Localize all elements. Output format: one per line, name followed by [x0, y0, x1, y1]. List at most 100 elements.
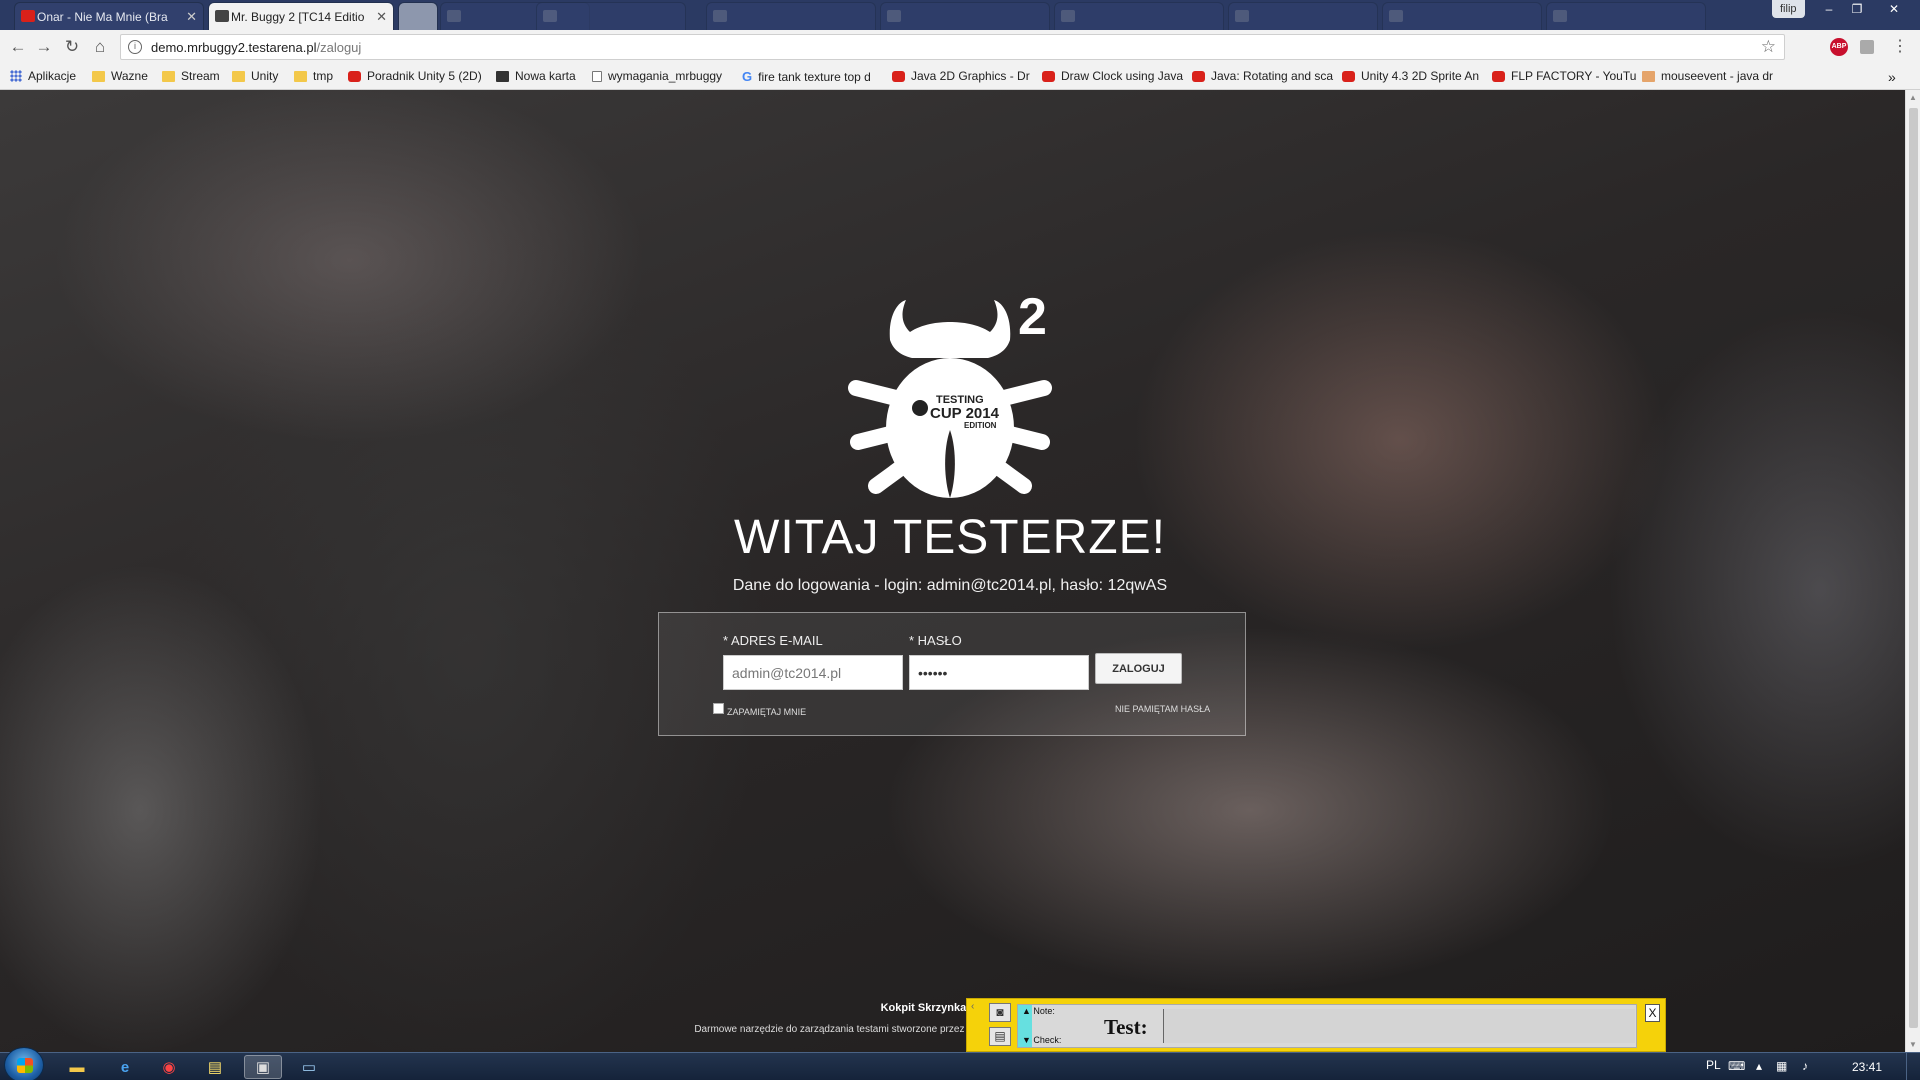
scroll-down-icon[interactable]: ▼	[1909, 1040, 1917, 1049]
tab-youtube[interactable]: Onar - Nie Ma Mnie (Bra ✕	[14, 2, 204, 30]
bookmark-folder-stream[interactable]: Stream	[162, 69, 220, 83]
check-toggle[interactable]: ▼ Check:	[1022, 1035, 1061, 1045]
chrome-icon[interactable]: ◉	[150, 1055, 188, 1079]
menu-dots-icon[interactable]: ⋮	[1890, 37, 1910, 57]
remote-desktop-icon[interactable]: ▭	[290, 1055, 328, 1079]
bookmark-label: FLP FACTORY - YouTu	[1511, 69, 1637, 83]
home-icon[interactable]: ⌂	[90, 37, 110, 57]
remember-me[interactable]: ZAPAMIĘTAJ MNIE	[713, 702, 807, 717]
remember-me-checkbox[interactable]	[713, 702, 724, 714]
document-icon	[592, 70, 602, 82]
test-input[interactable]	[1163, 1009, 1635, 1043]
tray-expand-icon[interactable]: ▴	[1756, 1059, 1762, 1073]
remember-me-label: ZAPAMIĘTAJ MNIE	[727, 707, 807, 717]
bookmark-link[interactable]: Nowa karta	[496, 69, 576, 83]
youtube-icon	[1342, 70, 1355, 82]
bookmark-link[interactable]: Unity 4.3 2D Sprite An	[1342, 69, 1479, 83]
notes-icon[interactable]: ▤	[196, 1055, 234, 1079]
restore-icon[interactable]: ❐	[1842, 0, 1872, 20]
tab-background[interactable]	[1054, 2, 1224, 30]
profile-chip[interactable]: filip	[1772, 0, 1805, 18]
page-scrollbar[interactable]: ▲ ▼	[1905, 90, 1920, 1052]
tab-close-icon[interactable]: ✕	[186, 9, 197, 25]
address-bar[interactable]: i demo.mrbuggy2.testarena.pl/zaloguj ☆	[120, 34, 1785, 60]
forward-arrow-icon[interactable]: →	[34, 37, 54, 57]
tab-title: Onar - Nie Ma Mnie (Bra	[37, 9, 168, 24]
forgot-password-link[interactable]: NIE PAMIĘTAM HASŁA	[1115, 704, 1210, 714]
url-text[interactable]: demo.mrbuggy2.testarena.pl/zaloguj	[151, 40, 361, 55]
adblock-icon[interactable]: ABP	[1830, 38, 1848, 56]
bookmark-link[interactable]: Gfire tank texture top d	[742, 69, 871, 84]
internet-explorer-icon[interactable]: e	[106, 1055, 144, 1079]
bookmark-link[interactable]: mouseevent - java dr	[1642, 69, 1773, 83]
tab-strip: Onar - Nie Ma Mnie (Bra ✕ Mr. Buggy 2 [T…	[0, 0, 1920, 30]
login-button[interactable]: ZALOGUJ	[1095, 653, 1182, 684]
close-note-button[interactable]: X	[1645, 1004, 1660, 1022]
youtube-icon	[892, 70, 905, 82]
minimize-icon[interactable]: –	[1814, 0, 1844, 20]
tab-close-icon[interactable]: ✕	[376, 9, 387, 25]
tab-favicon-icon	[1389, 10, 1403, 22]
bookmarks-bar: Aplikacje Wazne Stream Unity tmp Poradni…	[0, 64, 1920, 90]
folder-icon	[294, 70, 307, 82]
note-panel: ▲ Note: ▼ Check: Test:	[1017, 1004, 1637, 1048]
youtube-icon	[1492, 70, 1505, 82]
network-icon[interactable]: ▦	[1776, 1059, 1787, 1073]
windows-logo-icon	[17, 1058, 33, 1073]
url-host: demo.mrbuggy2.testarena.pl	[151, 40, 317, 55]
bookmark-link[interactable]: Poradnik Unity 5 (2D)	[348, 69, 482, 83]
bookmark-star-icon[interactable]: ☆	[1761, 37, 1776, 57]
password-field[interactable]	[909, 655, 1089, 690]
app-window-icon[interactable]: ▣	[244, 1055, 282, 1079]
tab-background[interactable]	[1382, 2, 1542, 30]
tab-favicon-icon	[887, 10, 901, 22]
scroll-thumb[interactable]	[1909, 108, 1918, 1028]
tab-background[interactable]	[880, 2, 1050, 30]
folder-icon	[92, 70, 105, 82]
bookmark-link[interactable]: Java 2D Graphics - Dr	[892, 69, 1030, 83]
bookmark-folder-tmp[interactable]: tmp	[294, 69, 333, 83]
clock[interactable]: 23:41	[1852, 1060, 1882, 1074]
collapse-arrow-icon[interactable]: ‹	[971, 1001, 974, 1012]
show-desktop-button[interactable]	[1906, 1053, 1920, 1080]
extension-icon[interactable]	[1860, 40, 1874, 54]
keyboard-icon[interactable]: ⌨	[1728, 1059, 1745, 1073]
tab-background[interactable]	[1228, 2, 1378, 30]
scroll-up-icon[interactable]: ▲	[1909, 93, 1917, 102]
bookmark-link[interactable]: Java: Rotating and sca	[1192, 69, 1333, 83]
volume-icon[interactable]: ♪	[1802, 1059, 1808, 1073]
language-indicator[interactable]: PL	[1706, 1058, 1721, 1072]
email-field[interactable]	[723, 655, 903, 690]
password-label: * HASŁO	[909, 633, 962, 648]
tab-favicon-icon	[1553, 10, 1567, 22]
bookmark-label: tmp	[313, 69, 334, 83]
bookmarks-overflow-button[interactable]: »	[1888, 69, 1896, 85]
tab-background[interactable]	[536, 2, 686, 30]
camera-icon[interactable]: ◙	[989, 1003, 1011, 1022]
close-window-icon[interactable]: ✕	[1872, 0, 1916, 20]
bookmark-folder-unity[interactable]: Unity	[232, 69, 278, 83]
bookmark-link[interactable]: FLP FACTORY - YouTu	[1492, 69, 1636, 83]
tab-background[interactable]	[1546, 2, 1706, 30]
start-button[interactable]	[4, 1047, 44, 1080]
bookmark-label: Stream	[181, 69, 220, 83]
note-toggle[interactable]: ▲ Note:	[1022, 1006, 1055, 1016]
bookmark-label: Java 2D Graphics - Dr	[911, 69, 1030, 83]
bookmark-link[interactable]: wymagania_mrbuggy	[592, 69, 722, 83]
bookmark-apps[interactable]: Aplikacje	[10, 69, 76, 83]
star-icon	[496, 70, 509, 82]
bookmark-link[interactable]: Draw Clock using Java	[1042, 69, 1183, 83]
tab-background[interactable]	[706, 2, 876, 30]
folder-icon	[232, 70, 245, 82]
welcome-heading: WITAJ TESTERZE!	[734, 511, 1166, 564]
reload-icon[interactable]: ↻	[62, 37, 82, 57]
new-tab-button[interactable]	[398, 2, 438, 30]
explorer-icon[interactable]: ▬	[58, 1055, 96, 1079]
info-icon[interactable]: i	[128, 40, 142, 54]
bookmark-folder-wazne[interactable]: Wazne	[92, 69, 148, 83]
bookmark-label: Nowa karta	[515, 69, 576, 83]
tab-title: Mr. Buggy 2 [TC14 Editio	[231, 9, 365, 24]
back-arrow-icon[interactable]: ←	[8, 37, 28, 57]
save-icon[interactable]: ▤	[989, 1027, 1011, 1046]
tab-mrbuggy[interactable]: Mr. Buggy 2 [TC14 Editio ✕	[208, 2, 394, 30]
